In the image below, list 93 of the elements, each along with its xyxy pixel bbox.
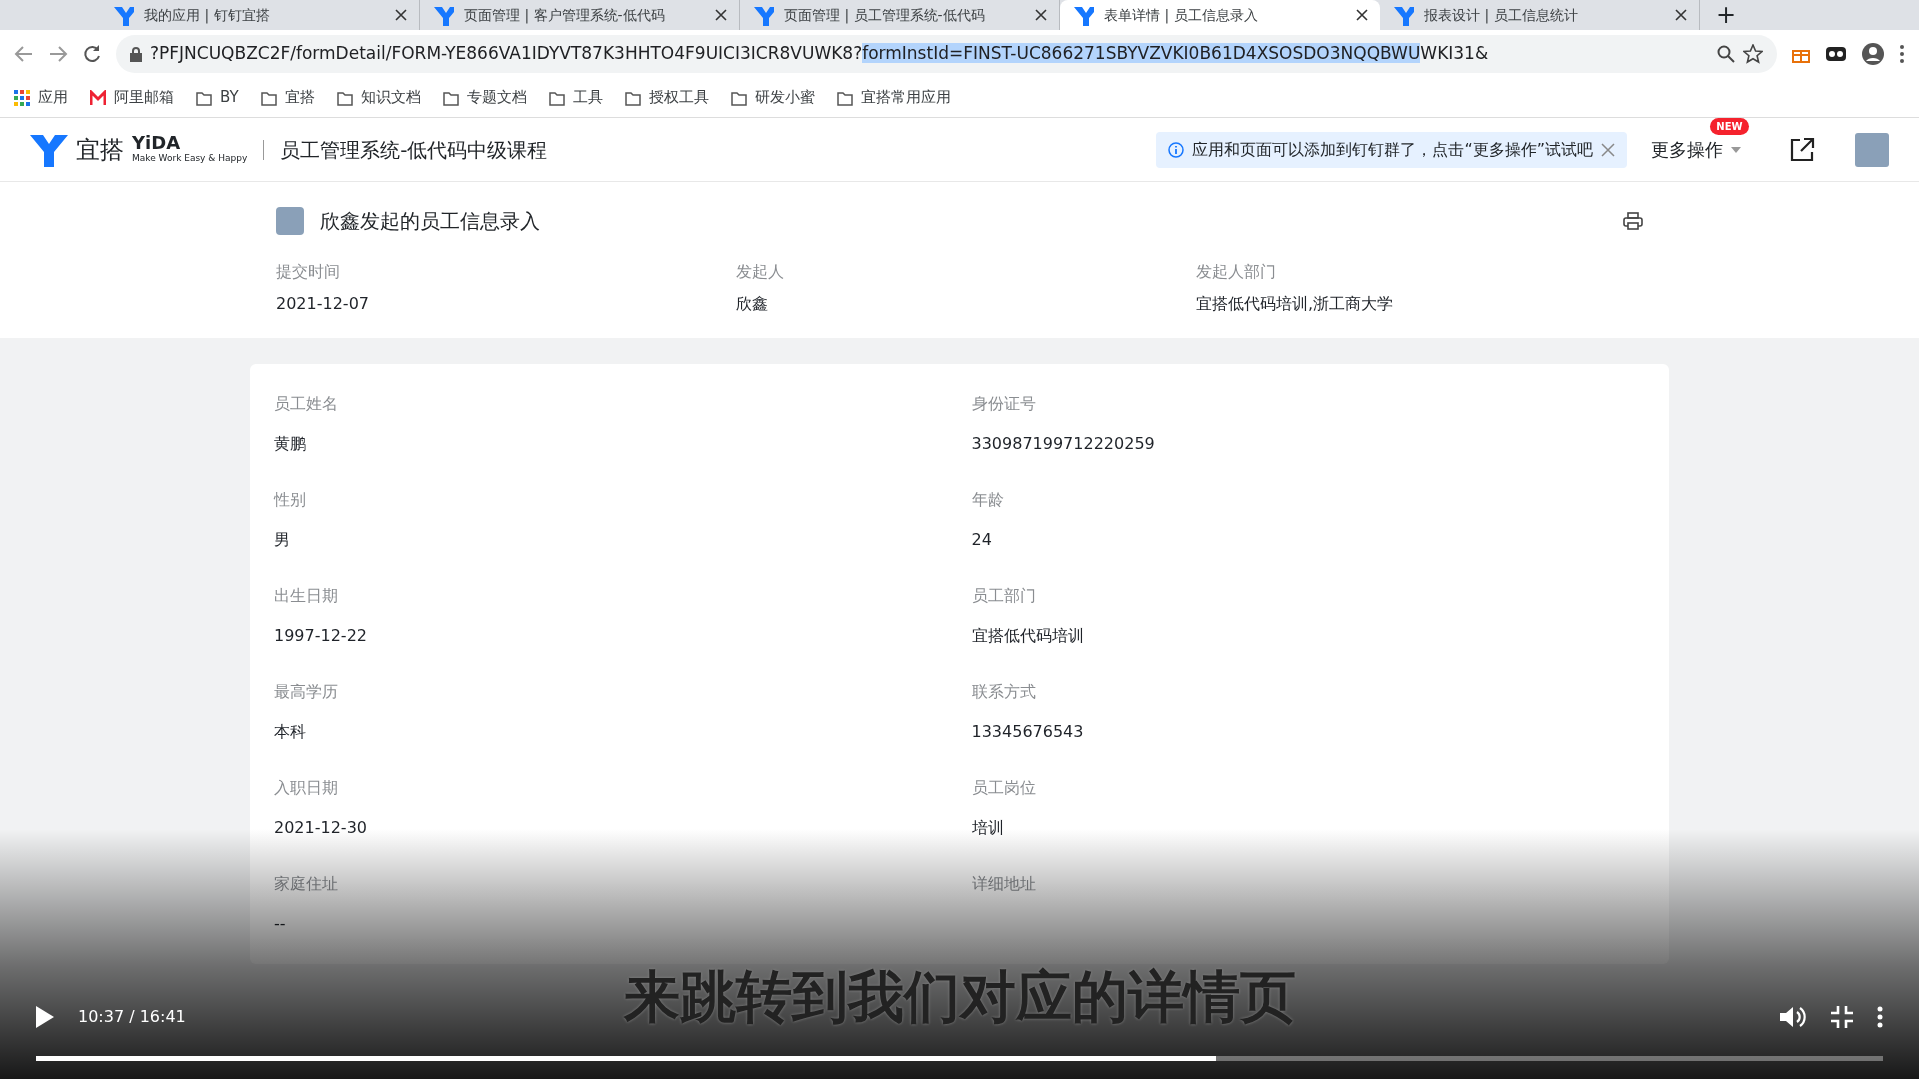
video-time: 10:37 / 16:41	[78, 1006, 186, 1028]
field-label: 提交时间	[276, 261, 341, 283]
field-label: 性别	[274, 489, 307, 511]
browser-tab[interactable]: 表单详情 | 员工信息录入	[1060, 0, 1380, 30]
star-icon[interactable]	[1743, 44, 1763, 64]
field-label: 身份证号	[971, 393, 1037, 415]
logo-tagline: Make Work Easy & Happy	[132, 151, 248, 165]
field-value: 24	[971, 529, 993, 551]
field-value: 欣鑫	[736, 293, 769, 315]
field-label: 出生日期	[274, 585, 339, 607]
field-label: 家庭住址	[274, 873, 339, 895]
field-value: 1997-12-22	[274, 625, 368, 647]
search-icon[interactable]	[1717, 45, 1735, 63]
more-icon[interactable]	[1899, 44, 1905, 64]
field-label: 员工部门	[971, 585, 1037, 607]
folder-icon	[442, 89, 459, 106]
app-logo-icon	[432, 4, 454, 26]
field-value: 2021-12-07	[276, 293, 370, 315]
field-label: 入职日期	[274, 777, 339, 799]
field-label: 发起人部门	[1196, 261, 1277, 283]
app-logo-icon	[112, 4, 134, 26]
subtitle: 来跳转到我们对应的详情页	[623, 963, 1296, 1031]
avatar	[1855, 132, 1889, 167]
new-tab-button[interactable]: +	[1716, 0, 1737, 30]
app-title: 员工管理系统-低代码中级课程	[280, 136, 548, 164]
field-label: 发起人	[736, 261, 785, 283]
close-icon[interactable]	[715, 9, 727, 21]
field-label: 最高学历	[274, 681, 339, 703]
bookmark-item[interactable]: 专题文档	[442, 86, 527, 109]
folder-icon	[260, 89, 277, 106]
logo-text: 宜搭	[76, 134, 124, 166]
folder-icon	[836, 89, 853, 106]
print-icon[interactable]	[1623, 212, 1643, 230]
progress-bar-track[interactable]	[36, 1056, 1883, 1061]
more-actions-dropdown[interactable]: 更多操作	[1651, 136, 1741, 163]
form-title: 欣鑫发起的员工信息录入	[320, 208, 541, 235]
bookmark-item[interactable]: 宜搭	[260, 86, 315, 109]
field-label: 详细地址	[971, 873, 1037, 895]
forward-icon[interactable]	[48, 44, 68, 64]
field-label: 联系方式	[971, 681, 1037, 703]
avatar	[276, 207, 304, 235]
play-icon[interactable]	[36, 1006, 54, 1028]
notice-text: 应用和页面可以添加到钉钉群了，点击“更多操作”试试吧	[1192, 138, 1593, 161]
open-external-icon[interactable]	[1789, 136, 1815, 163]
reload-icon[interactable]	[82, 44, 102, 64]
address-bar[interactable]: ?PFJNCUQBZC2F/formDetail/FORM-YE866VA1IDYVT87K3HHTO4F9UICI3ICR8VUWK8?formInstId=FINST-UC866271SBYVZVKI0B61D4XSOSDO3NQQBWUWKI31&	[116, 35, 1777, 73]
logo-brand: YiDA	[132, 133, 182, 152]
bookmark-item[interactable]: 授权工具	[624, 86, 709, 109]
apps-grid-icon	[14, 89, 30, 106]
field-value: 330987199712220259	[971, 433, 1156, 455]
app-logo-icon	[1392, 4, 1414, 26]
app-logo-icon	[1072, 4, 1094, 26]
mail-icon	[90, 89, 106, 106]
folder-icon	[548, 89, 565, 106]
field-value: 黄鹏	[274, 433, 307, 455]
field-value: 培训	[971, 817, 1005, 839]
bookmark-item[interactable]: BY	[196, 86, 239, 109]
extension-icon[interactable]	[1825, 44, 1847, 64]
field-value: 2021-12-30	[274, 817, 368, 839]
profile-icon[interactable]	[1861, 42, 1885, 66]
field-value: 宜搭低代码培训,浙工商大学	[1196, 293, 1395, 315]
close-icon[interactable]	[1035, 9, 1047, 21]
lock-icon	[130, 46, 142, 62]
field-label: 员工岗位	[971, 777, 1037, 799]
field-value: 本科	[274, 721, 307, 743]
field-label: 年龄	[971, 489, 1005, 511]
more-icon[interactable]	[1877, 1006, 1883, 1028]
field-label: 员工姓名	[274, 393, 339, 415]
close-icon[interactable]	[395, 9, 407, 21]
folder-icon	[624, 89, 641, 106]
bookmark-item[interactable]: 应用	[14, 86, 68, 109]
bookmark-item[interactable]: 宜搭常用应用	[836, 86, 951, 109]
folder-icon	[336, 89, 353, 106]
bookmark-item[interactable]: 阿里邮箱	[90, 86, 174, 109]
field-value: 宜搭低代码培训	[971, 625, 1085, 647]
bookmark-item[interactable]: 研发小蜜	[730, 86, 815, 109]
bookmark-item[interactable]: 知识文档	[336, 86, 421, 109]
close-icon[interactable]	[1675, 9, 1687, 21]
new-badge: NEW	[1709, 118, 1749, 135]
volume-icon[interactable]	[1779, 1005, 1807, 1029]
exit-fullscreen-icon[interactable]	[1831, 1006, 1853, 1028]
caret-icon	[1731, 146, 1741, 153]
bookmark-item[interactable]: 工具	[548, 86, 603, 109]
info-icon	[1168, 141, 1185, 158]
url-text: ?PFJNCUQBZC2F/formDetail/FORM-YE866VA1IDYVT87K3HHTO4F9UICI3ICR8VUWK8?formInstId=FINST-UC866271SBYVZVKI0B61D4XSOSDO3NQQBWUWKI31&	[150, 42, 1490, 66]
folder-icon	[730, 89, 747, 106]
app-logo-icon	[752, 4, 774, 26]
field-value: --	[274, 913, 287, 935]
close-icon[interactable]	[1356, 9, 1368, 21]
folder-icon	[196, 89, 212, 106]
field-value: 男	[274, 529, 291, 551]
field-value: 13345676543	[971, 721, 1085, 743]
back-icon[interactable]	[14, 44, 34, 64]
